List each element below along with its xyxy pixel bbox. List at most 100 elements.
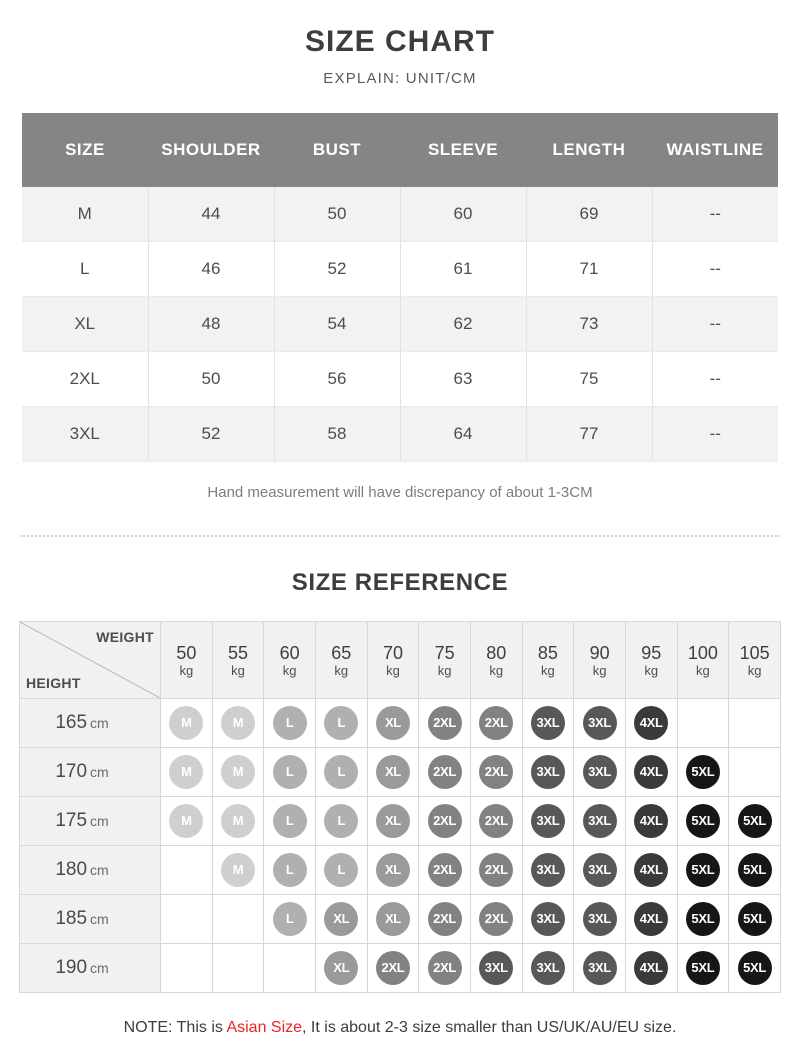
- note-suffix: , It is about 2-3 size smaller than US/U…: [302, 1018, 677, 1036]
- size-bubble: 5XL: [685, 950, 720, 985]
- weight-column-header: 75 kg: [418, 620, 471, 699]
- size-bubble: 5XL: [685, 803, 720, 838]
- size-reference-cell: XL: [314, 893, 368, 944]
- size-bubble: 5XL: [737, 803, 772, 838]
- size-reference-cell: 3XL: [573, 942, 626, 993]
- weight-unit: kg: [282, 663, 297, 679]
- size-reference-cell: M: [211, 697, 265, 748]
- size-bubble: 3XL: [530, 803, 565, 838]
- size-reference-cell: 2XL: [366, 942, 420, 993]
- size-reference-cell: 2XL: [418, 942, 471, 993]
- axis-corner-cell: WEIGHT HEIGHT: [19, 620, 161, 699]
- measurement-cell: 52: [148, 406, 275, 462]
- weight-column-header: 70 kg: [366, 620, 420, 699]
- measurement-cell: --: [652, 241, 778, 297]
- weight-axis-label: WEIGHT: [96, 628, 154, 645]
- size-chart-col-header: WAISTLINE: [652, 112, 778, 187]
- size-reference-header: WEIGHT HEIGHT 50 kg 55 kg 60 kg 65 kg 70 kg 75 kg 80…: [19, 620, 781, 699]
- size-reference-cell: XL: [366, 844, 420, 895]
- measurement-disclaimer: Hand measurement will have discrepancy o…: [207, 483, 593, 501]
- measurement-cell: 69: [526, 186, 653, 242]
- measurement-cell: 63: [400, 351, 527, 407]
- size-bubble: 2XL: [427, 705, 462, 740]
- size-reference-cell: 2XL: [469, 697, 523, 748]
- size-bubble: 2XL: [427, 852, 462, 887]
- size-bubble: M: [220, 803, 255, 838]
- measurement-cell: 56: [274, 351, 401, 407]
- size-reference-cell: 4XL: [624, 746, 678, 797]
- size-reference-title: SIZE REFERENCE: [291, 568, 509, 596]
- size-reference-row: 170 cm M M L L XL 2XL 2XL 3XL 3XL 4XL 5XL: [19, 746, 781, 797]
- size-reference-cell: 2XL: [469, 746, 523, 797]
- size-bubble: 3XL: [479, 950, 514, 985]
- weight-column-header: 95 kg: [624, 620, 678, 699]
- size-bubble: L: [272, 754, 307, 789]
- weight-column-header: 90 kg: [573, 620, 626, 699]
- size-chart-table: SIZE SHOULDER BUST SLEEVE LENGTH WAISTLINE M4…: [22, 112, 778, 462]
- height-row-header: 170 cm: [19, 746, 161, 797]
- size-reference-cell: 5XL: [728, 893, 781, 944]
- measurement-cell: --: [652, 406, 778, 462]
- size-bubble: 3XL: [530, 950, 565, 985]
- size-reference-cell: [263, 942, 316, 993]
- size-bubble: 3XL: [582, 901, 617, 936]
- measurement-cell: 75: [526, 351, 653, 407]
- height-unit: cm: [90, 910, 109, 927]
- size-bubble: 3XL: [582, 705, 617, 740]
- height-value: 180: [55, 858, 88, 880]
- size-reference-cell: 5XL: [728, 942, 781, 993]
- size-bubble: 2XL: [427, 950, 462, 985]
- size-reference-cell: 5XL: [676, 795, 730, 846]
- height-row-header: 185 cm: [19, 893, 161, 944]
- size-reference-cell: 2XL: [418, 697, 471, 748]
- size-reference-cell: L: [263, 844, 316, 895]
- size-bubble: 3XL: [582, 950, 617, 985]
- measurement-cell: 77: [526, 406, 653, 462]
- size-reference-cell: 3XL: [573, 795, 626, 846]
- size-bubble: L: [324, 705, 359, 740]
- size-reference-cell: 5XL: [728, 844, 781, 895]
- measurement-cell: --: [652, 296, 778, 352]
- height-value: 165: [55, 711, 88, 733]
- size-label-cell: M: [22, 186, 149, 242]
- size-bubble: L: [324, 803, 359, 838]
- size-reference-row: 175 cm M M L L XL 2XL 2XL 3XL 3XL 4XL 5XL 5XL: [19, 795, 781, 846]
- size-bubble: XL: [324, 950, 359, 985]
- size-reference-cell: 5XL: [728, 795, 781, 846]
- size-bubble: 2XL: [427, 901, 462, 936]
- height-unit: cm: [90, 714, 109, 731]
- size-reference-cell: [728, 746, 781, 797]
- size-reference-cell: 3XL: [521, 697, 575, 748]
- size-bubble: XL: [375, 754, 410, 789]
- size-bubble: 4XL: [634, 852, 669, 887]
- size-bubble: L: [272, 803, 307, 838]
- weight-unit: kg: [592, 663, 607, 679]
- table-row: 3XL 52 58 64 77 --: [22, 406, 778, 462]
- size-bubble: 3XL: [582, 803, 617, 838]
- height-value: 175: [55, 809, 88, 831]
- size-reference-cell: M: [160, 697, 213, 748]
- weight-unit: kg: [644, 663, 659, 679]
- size-label-cell: L: [22, 241, 149, 297]
- size-reference-cell: [211, 893, 265, 944]
- size-reference-row: 185 cm L XL XL 2XL 2XL 3XL 3XL 4XL 5XL 5XL: [19, 893, 781, 944]
- height-row-header: 180 cm: [19, 844, 161, 895]
- size-bubble: L: [324, 754, 359, 789]
- size-bubble: 5XL: [737, 852, 772, 887]
- size-reference-cell: 5XL: [676, 844, 730, 895]
- size-reference-cell: [160, 893, 213, 944]
- size-reference-cell: L: [314, 746, 368, 797]
- measurement-cell: 44: [148, 186, 275, 242]
- measurement-cell: --: [652, 351, 778, 407]
- size-reference-table: WEIGHT HEIGHT 50 kg 55 kg 60 kg 65 kg 70 kg 75 kg 80…: [19, 620, 781, 993]
- size-reference-cell: 3XL: [573, 697, 626, 748]
- size-reference-cell: 4XL: [624, 893, 678, 944]
- measurement-cell: --: [652, 186, 778, 242]
- weight-column-header: 50 kg: [160, 620, 213, 699]
- height-unit: cm: [90, 812, 109, 829]
- size-bubble: 5XL: [685, 852, 720, 887]
- page-title: SIZE CHART: [305, 25, 495, 58]
- size-reference-cell: M: [160, 746, 213, 797]
- size-bubble: 4XL: [634, 705, 669, 740]
- size-bubble: 4XL: [634, 901, 669, 936]
